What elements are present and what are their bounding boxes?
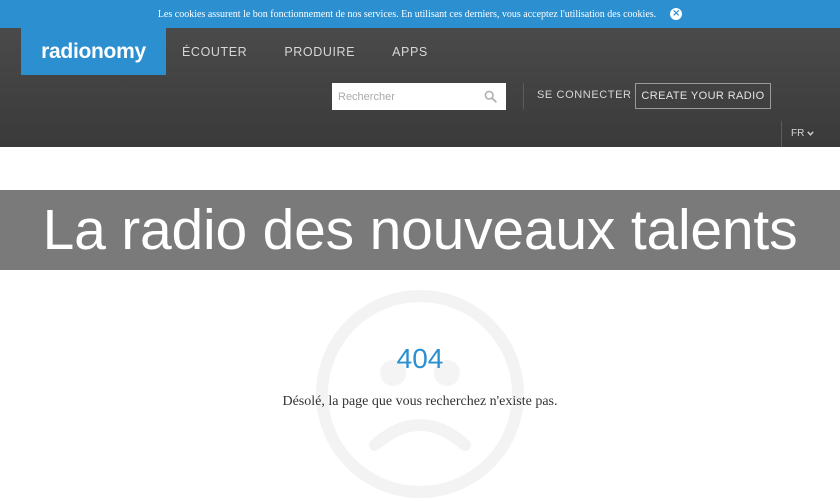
search-input[interactable] [332, 83, 478, 110]
login-link[interactable]: SE CONNECTER [537, 89, 632, 101]
separator [523, 83, 524, 109]
create-radio-button[interactable]: CREATE YOUR RADIO [635, 83, 771, 109]
nav-item-ecouter[interactable]: ÉCOUTER [182, 45, 247, 59]
language-selector[interactable]: FR [791, 128, 815, 139]
site-header: radionomy ÉCOUTER PRODUIRE APPS SE CONNE… [0, 28, 840, 147]
error-code: 404 [396, 343, 444, 374]
close-icon[interactable]: × [670, 8, 683, 20]
separator [781, 121, 782, 147]
search-box [332, 83, 506, 110]
cookie-bar: Les cookies assurent le bon fonctionneme… [0, 0, 840, 28]
error-message: Désolé, la page que vous recherchez n'ex… [282, 394, 558, 409]
hero-banner: La radio des nouveaux talents [0, 190, 840, 270]
language-label: FR [791, 128, 805, 139]
nav-item-apps[interactable]: APPS [392, 45, 428, 59]
chevron-down-icon [807, 131, 815, 136]
search-icon[interactable] [484, 90, 497, 103]
cookie-text: Les cookies assurent le bon fonctionneme… [157, 8, 657, 20]
nav-item-produire[interactable]: PRODUIRE [284, 45, 355, 59]
banner-title: La radio des nouveaux talents [42, 198, 798, 262]
main-nav: ÉCOUTER PRODUIRE APPS [182, 45, 465, 59]
logo[interactable]: radionomy [21, 28, 166, 75]
